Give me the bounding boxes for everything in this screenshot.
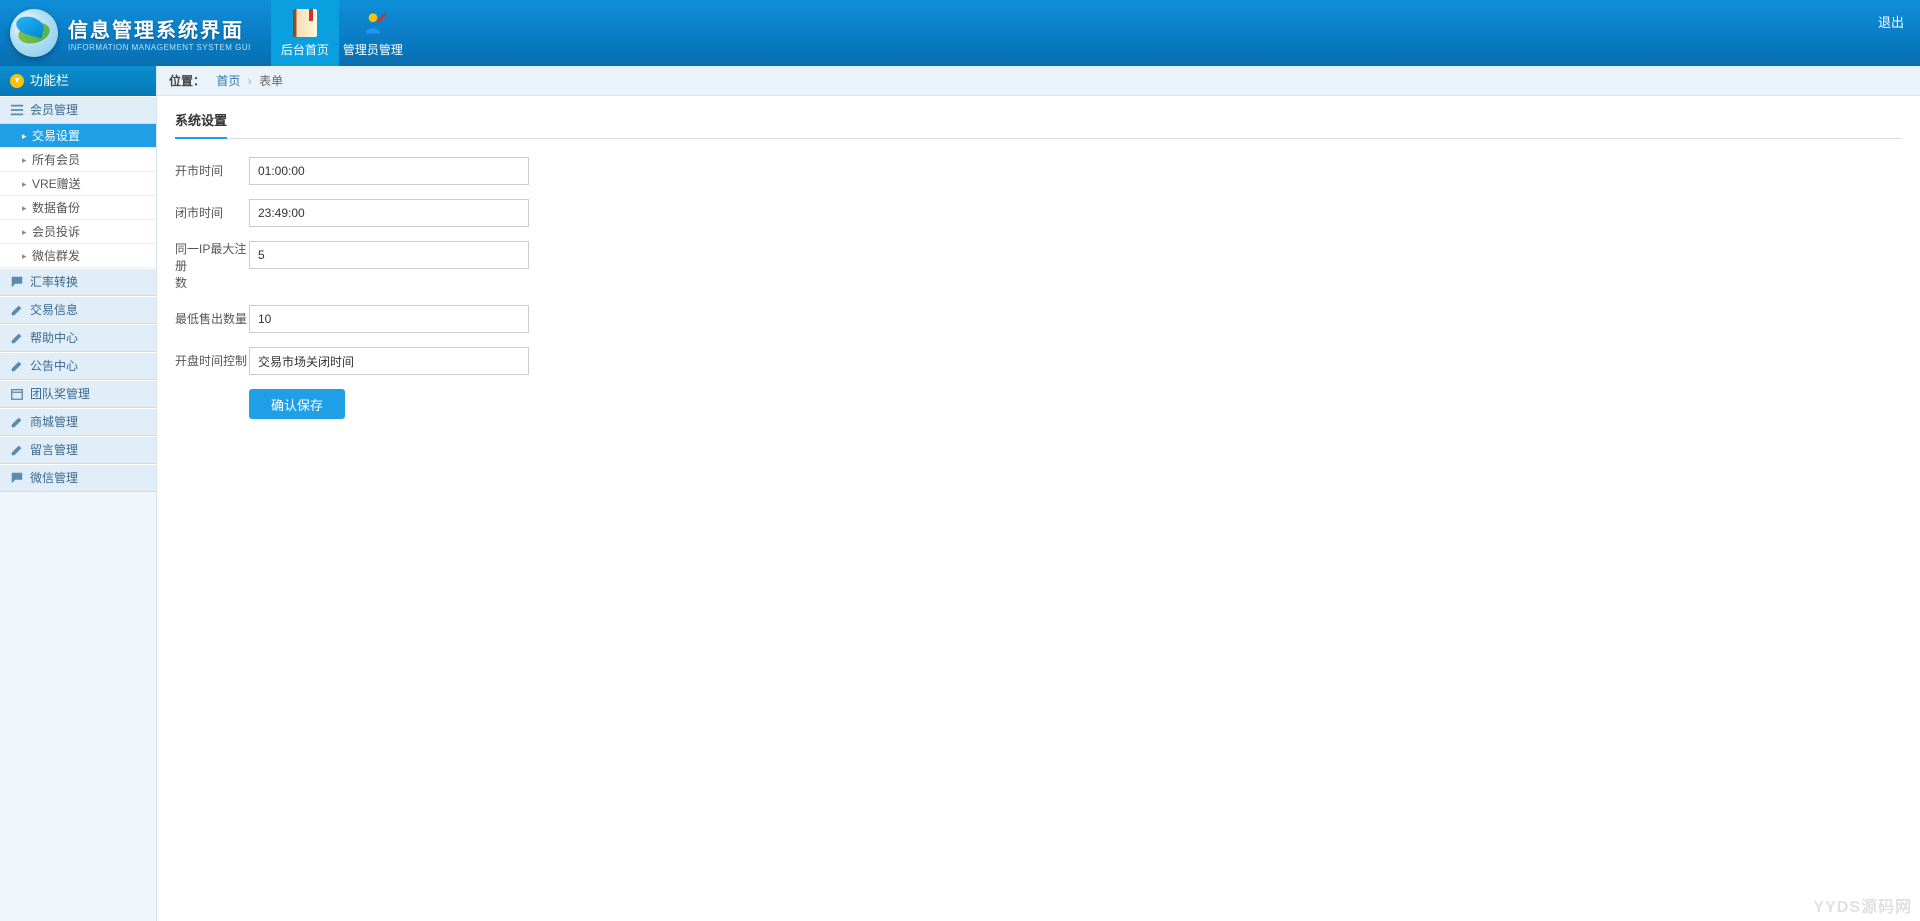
sidebar-item-all-members[interactable]: 所有会员	[0, 148, 156, 172]
breadcrumb-sep: ›	[248, 74, 252, 88]
nav-admin[interactable]: 管理员管理	[339, 0, 407, 66]
logo-area: 信息管理系统界面 INFORMATION MANAGEMENT SYSTEM G…	[0, 0, 261, 66]
panel-divider	[175, 138, 1902, 139]
breadcrumb-label: 位置：	[169, 74, 205, 88]
sidebar-section-exchange[interactable]: 汇率转换	[0, 268, 156, 296]
input-open-ctrl[interactable]	[249, 347, 529, 375]
sidebar-section-trade-info[interactable]: 交易信息	[0, 296, 156, 324]
panel: 系统设置 开市时间 闭市时间 同一IP最大注册 数 最低售出数量	[157, 96, 1920, 433]
sidebar-item-complaint[interactable]: 会员投诉	[0, 220, 156, 244]
edit-icon	[10, 359, 24, 373]
sidebar-section-label: 会员管理	[30, 96, 78, 124]
calendar-icon	[10, 387, 24, 401]
input-max-ip[interactable]	[249, 241, 529, 269]
nav-admin-label: 管理员管理	[343, 41, 403, 58]
sidebar: ▾ 功能栏 会员管理 交易设置 所有会员 VRE赠送 数据备份 会员投诉 微信群…	[0, 66, 157, 921]
label-max-ip: 同一IP最大注册 数	[175, 241, 249, 291]
submit-button[interactable]: 确认保存	[249, 389, 345, 419]
list-icon	[10, 103, 24, 117]
chat-icon	[10, 275, 24, 289]
sidebar-section-mall[interactable]: 商城管理	[0, 408, 156, 436]
sidebar-item-backup[interactable]: 数据备份	[0, 196, 156, 220]
sidebar-section-member[interactable]: 会员管理	[0, 96, 156, 124]
label-close-time: 闭市时间	[175, 203, 249, 223]
logout-link[interactable]: 退出	[1878, 12, 1904, 31]
sidebar-section-help[interactable]: 帮助中心	[0, 324, 156, 352]
breadcrumb-home[interactable]: 首页	[216, 74, 240, 88]
input-close-time[interactable]	[249, 199, 529, 227]
label-min-sell: 最低售出数量	[175, 309, 249, 329]
sidebar-item-wechat-mass[interactable]: 微信群发	[0, 244, 156, 268]
sidebar-section-message[interactable]: 留言管理	[0, 436, 156, 464]
nav-home-label: 后台首页	[281, 41, 329, 58]
top-nav: 后台首页 管理员管理	[271, 0, 407, 66]
breadcrumb: 位置： 首页 › 表单	[157, 66, 1920, 96]
sidebar-item-trade-setting[interactable]: 交易设置	[0, 124, 156, 148]
sidebar-section-notice[interactable]: 公告中心	[0, 352, 156, 380]
main: 位置： 首页 › 表单 系统设置 开市时间 闭市时间 同一IP最大注册 数	[157, 66, 1920, 921]
breadcrumb-current: 表单	[259, 74, 283, 88]
app-title: 信息管理系统界面	[68, 14, 251, 43]
edit-icon	[10, 443, 24, 457]
chevron-down-icon: ▾	[10, 74, 24, 88]
label-open-time: 开市时间	[175, 161, 249, 181]
sidebar-header: ▾ 功能栏	[0, 66, 156, 96]
book-icon	[290, 8, 320, 38]
app-subtitle: INFORMATION MANAGEMENT SYSTEM GUI	[68, 43, 251, 52]
label-open-ctrl: 开盘时间控制	[175, 351, 249, 371]
edit-icon	[10, 415, 24, 429]
edit-icon	[10, 303, 24, 317]
sidebar-section-team[interactable]: 团队奖管理	[0, 380, 156, 408]
panel-title: 系统设置	[175, 110, 227, 139]
admin-icon	[358, 8, 388, 38]
header: 信息管理系统界面 INFORMATION MANAGEMENT SYSTEM G…	[0, 0, 1920, 66]
edit-icon	[10, 331, 24, 345]
nav-home[interactable]: 后台首页	[271, 0, 339, 66]
input-open-time[interactable]	[249, 157, 529, 185]
sidebar-item-vre[interactable]: VRE赠送	[0, 172, 156, 196]
sidebar-header-label: 功能栏	[30, 66, 69, 96]
sidebar-section-wechat[interactable]: 微信管理	[0, 464, 156, 492]
input-min-sell[interactable]	[249, 305, 529, 333]
logo-icon	[10, 9, 58, 57]
chat-icon	[10, 471, 24, 485]
